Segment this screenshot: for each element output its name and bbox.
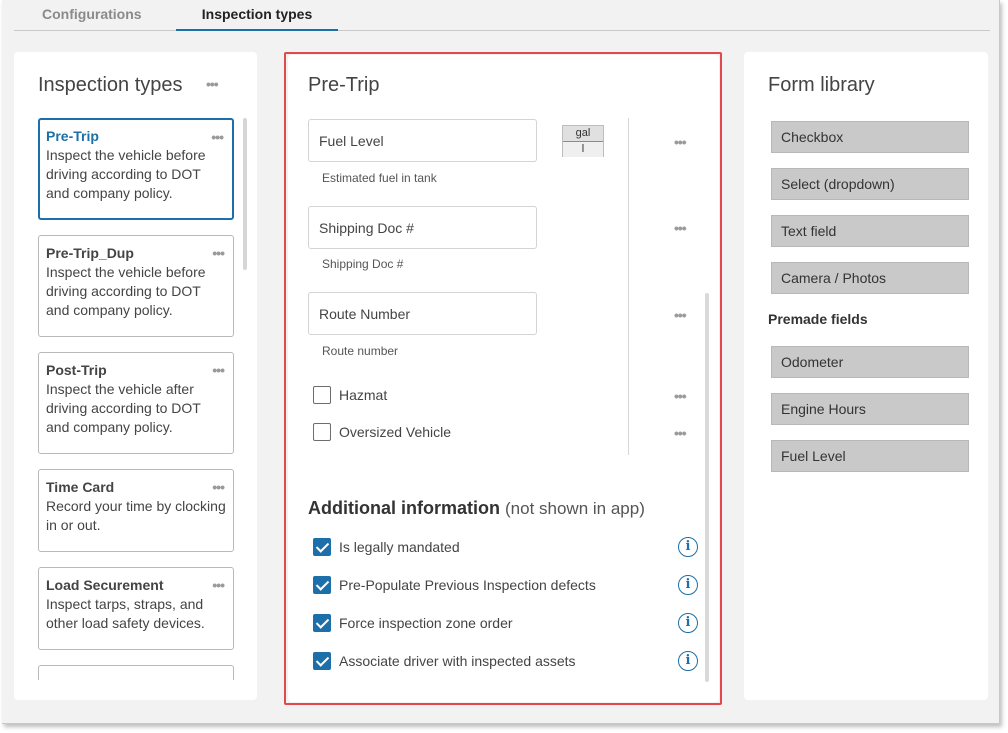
oversized-checkbox[interactable]: [313, 423, 331, 441]
library-camera-button[interactable]: Camera / Photos: [771, 262, 969, 294]
additional-info-heading: Additional information (not shown in app…: [308, 498, 645, 519]
field-menu-icon[interactable]: •••: [674, 221, 687, 235]
tab-bar: Configurations Inspection types: [14, 0, 990, 31]
premade-odometer-button[interactable]: Odometer: [771, 346, 969, 378]
route-number-field[interactable]: Route Number: [308, 292, 537, 335]
info-icon[interactable]: i: [678, 537, 698, 557]
unit-toggle[interactable]: gal l: [562, 125, 604, 157]
tab-configurations[interactable]: Configurations: [42, 6, 142, 22]
card-menu-icon[interactable]: •••: [212, 246, 225, 260]
fuel-level-field[interactable]: Fuel Level: [308, 119, 537, 162]
premade-fields-heading: Premade fields: [768, 311, 868, 327]
info-icon[interactable]: i: [678, 575, 698, 595]
inspection-card-partial[interactable]: [38, 665, 234, 680]
list-scrollbar[interactable]: [243, 118, 247, 270]
field-menu-icon[interactable]: •••: [674, 426, 687, 440]
zone-order-checkbox[interactable]: [313, 614, 331, 632]
associate-driver-checkbox[interactable]: [313, 652, 331, 670]
hazmat-checkbox[interactable]: [313, 386, 331, 404]
legally-mandated-checkbox[interactable]: [313, 538, 331, 556]
unit-gal[interactable]: gal: [563, 126, 603, 142]
associate-driver-label: Associate driver with inspected assets: [339, 653, 576, 669]
card-description: Inspect the vehicle after driving accord…: [46, 381, 201, 435]
card-title: Time Card: [46, 479, 115, 495]
card-title: Load Securement: [46, 577, 164, 593]
inspection-card-pre-trip-dup[interactable]: Pre-Trip_Dup Inspect the vehicle before …: [38, 235, 234, 337]
inspection-card-time-card[interactable]: Time Card Record your time by clocking i…: [38, 469, 234, 552]
fuel-level-caption: Estimated fuel in tank: [322, 171, 437, 185]
shipping-doc-field[interactable]: Shipping Doc #: [308, 206, 537, 249]
card-description: Inspect the vehicle before driving accor…: [46, 147, 206, 201]
card-title: Pre-Trip_Dup: [46, 245, 134, 261]
legally-mandated-label: Is legally mandated: [339, 539, 460, 555]
inspection-types-title: Inspection types: [38, 74, 183, 96]
library-text-field-button[interactable]: Text field: [771, 215, 969, 247]
inspection-types-menu-icon[interactable]: •••: [206, 77, 219, 91]
card-title: Pre-Trip: [46, 128, 99, 144]
unit-liter[interactable]: l: [563, 142, 603, 157]
app-window: Configurations Inspection types Inspecti…: [2, 0, 1000, 724]
form-editor-panel: Pre-Trip Fuel Level Estimated fuel in ta…: [288, 55, 719, 702]
form-library-panel: Form library Checkbox Select (dropdown) …: [744, 52, 988, 700]
card-menu-icon[interactable]: •••: [212, 363, 225, 377]
additional-info-title: Additional information: [308, 498, 500, 518]
zone-order-label: Force inspection zone order: [339, 615, 513, 631]
card-description: Inspect tarps, straps, and other load sa…: [46, 596, 205, 631]
oversized-label: Oversized Vehicle: [339, 424, 452, 440]
library-select-button[interactable]: Select (dropdown): [771, 168, 969, 200]
hazmat-label: Hazmat: [339, 387, 388, 403]
shipping-doc-caption: Shipping Doc #: [322, 257, 404, 271]
field-menu-icon[interactable]: •••: [674, 308, 687, 322]
card-menu-icon[interactable]: •••: [212, 578, 225, 592]
form-scrollbar[interactable]: [705, 293, 709, 682]
prepopulate-defects-checkbox[interactable]: [313, 576, 331, 594]
premade-engine-hours-button[interactable]: Engine Hours: [771, 393, 969, 425]
info-icon[interactable]: i: [678, 613, 698, 633]
prepopulate-defects-label: Pre-Populate Previous Inspection defects: [339, 577, 596, 593]
premade-fuel-level-button[interactable]: Fuel Level: [771, 440, 969, 472]
field-menu-icon[interactable]: •••: [674, 135, 687, 149]
additional-info-note: (not shown in app): [505, 499, 645, 518]
library-checkbox-button[interactable]: Checkbox: [771, 121, 969, 153]
card-menu-icon[interactable]: •••: [212, 480, 225, 494]
inspection-type-list: Pre-Trip Inspect the vehicle before driv…: [38, 118, 234, 680]
inspection-card-pre-trip[interactable]: Pre-Trip Inspect the vehicle before driv…: [38, 118, 234, 220]
form-library-title: Form library: [768, 74, 875, 96]
inspection-card-load-securement[interactable]: Load Securement Inspect tarps, straps, a…: [38, 567, 234, 650]
inspection-card-post-trip[interactable]: Post-Trip Inspect the vehicle after driv…: [38, 352, 234, 454]
field-menu-icon[interactable]: •••: [674, 389, 687, 403]
route-number-caption: Route number: [322, 344, 399, 358]
column-divider: [628, 118, 629, 455]
info-icon[interactable]: i: [678, 651, 698, 671]
inspection-types-panel: Inspection types ••• Pre-Trip Inspect th…: [14, 52, 257, 700]
form-title: Pre-Trip: [308, 74, 380, 96]
card-menu-icon[interactable]: •••: [211, 130, 224, 144]
card-description: Inspect the vehicle before driving accor…: [46, 264, 206, 318]
card-description: Record your time by clocking in or out.: [46, 498, 226, 533]
tab-inspection-types[interactable]: Inspection types: [176, 6, 338, 31]
card-title: Post-Trip: [46, 362, 107, 378]
